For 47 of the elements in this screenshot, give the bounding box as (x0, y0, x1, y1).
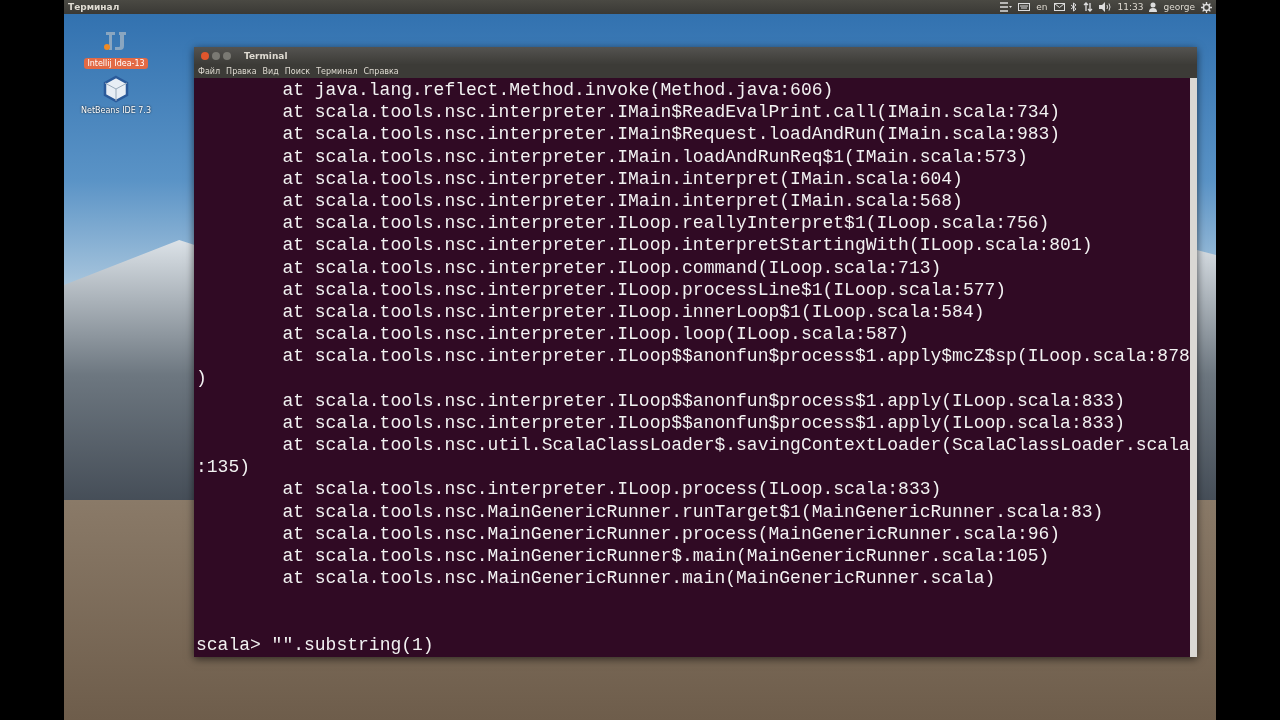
stack-trace-line: at scala.tools.nsc.interpreter.IMain.interpret(IMain.scala:568) (281, 189, 964, 213)
close-button[interactable] (201, 51, 209, 60)
stack-trace-line: at scala.tools.nsc.interpreter.ILoop.innerLoop$1(ILoop.scala:584) (281, 300, 986, 324)
stack-trace-line: at scala.tools.nsc.interpreter.ILoop.process(ILoop.scala:833) (281, 478, 943, 501)
cube-icon[interactable] (102, 75, 130, 103)
stack-trace-line: at scala.tools.nsc.interpreter.ILoop.reallyInterpret$1(ILoop.scala:756) (281, 212, 1051, 235)
stack-trace-line: at scala.tools.nsc.interpreter.ILoop.processLine$1(ILoop.scala:577) (281, 278, 1008, 301)
volume-icon[interactable] (1098, 2, 1112, 12)
menu-icon[interactable] (1000, 2, 1013, 12)
keyboard-icon[interactable] (1018, 3, 1031, 11)
menu-item[interactable]: Файл (198, 66, 221, 76)
scrollbar[interactable] (1190, 78, 1197, 657)
stack-trace-line: at scala.tools.nsc.interpreter.IMain$ReadEvalPrint.call(IMain.scala:734) (281, 101, 1062, 124)
window-title: Terminal (244, 50, 288, 61)
stack-trace-line: at scala.tools.nsc.interpreter.IMain$Request.loadAndRun(IMain.scala:983) (281, 123, 1062, 146)
stack-trace-line: at scala.tools.nsc.interpreter.IMain.loadAndRunReq$1(IMain.scala:573) (281, 145, 1029, 168)
prompt-line: scala> "".substring(1) (196, 633, 435, 656)
stack-trace-line: :135) (196, 456, 251, 479)
app-title: Терминал (68, 2, 120, 12)
settings-icon[interactable] (1201, 1, 1212, 13)
menu-item[interactable]: Терминал (316, 66, 358, 76)
stack-trace-line: at scala.tools.nsc.MainGenericRunner$.main(MainGenericRunner.scala:105) (281, 544, 1051, 568)
menu-item[interactable]: Правка (226, 66, 257, 76)
stack-trace-line: at scala.tools.nsc.interpreter.ILoop.loop(ILoop.scala:587) (281, 323, 910, 346)
stack-trace-line: at scala.tools.nsc.MainGenericRunner.main(MainGenericRunner.scala) (281, 567, 997, 590)
stack-trace-line: at scala.tools.nsc.interpreter.ILoop$$anonfun$process$1.apply(ILoop.scala:833) (281, 389, 1126, 412)
mail-icon[interactable] (1053, 3, 1065, 11)
keyboard-layout[interactable]: en (1036, 2, 1048, 12)
stack-trace-line: at scala.tools.nsc.interpreter.ILoop.interpretStartingWith(ILoop.scala:801) (281, 234, 1094, 257)
stack-trace-line: at scala.tools.nsc.interpreter.ILoop.command(ILoop.scala:713) (281, 256, 943, 279)
stack-trace-line: at scala.tools.nsc.MainGenericRunner.runTarget$1(MainGenericRunner.scala:83) (281, 500, 1105, 523)
clock[interactable]: 11:33 (1117, 2, 1144, 12)
bluetooth-icon[interactable] (1070, 2, 1077, 12)
menu-item[interactable]: Справка (363, 66, 399, 76)
user-icon[interactable] (1149, 2, 1158, 12)
stack-trace-line: ) (196, 367, 208, 390)
network-icon[interactable] (1082, 2, 1093, 12)
stack-trace-line: at scala.tools.nsc.util.ScalaClassLoader$.savingContextLoader(ScalaClassLoader.scala (281, 434, 1188, 457)
stack-trace-line: at scala.tools.nsc.interpreter.ILoop$$anonfun$process$1.apply$mcZ$sp(ILoop.scala:878 (281, 345, 1188, 368)
stack-trace-line: at scala.tools.nsc.interpreter.IMain.interpret(IMain.scala:604) (281, 167, 964, 190)
desktop-icon-label[interactable]: NetBeans IDE 7.3 (78, 105, 154, 116)
stack-trace-line: at scala.tools.nsc.interpreter.ILoop$$anonfun$process$1.apply(ILoop.scala:833) (281, 411, 1126, 434)
stack-trace-line: at java.lang.reflect.Method.invoke(Method.java:606) (281, 79, 835, 102)
user-name[interactable]: george (1163, 2, 1195, 12)
menu-item[interactable]: Вид (262, 66, 279, 76)
stack-trace-line: at scala.tools.nsc.MainGenericRunner.process(MainGenericRunner.scala:96) (281, 522, 1062, 545)
menu-item[interactable]: Поиск (284, 66, 311, 76)
